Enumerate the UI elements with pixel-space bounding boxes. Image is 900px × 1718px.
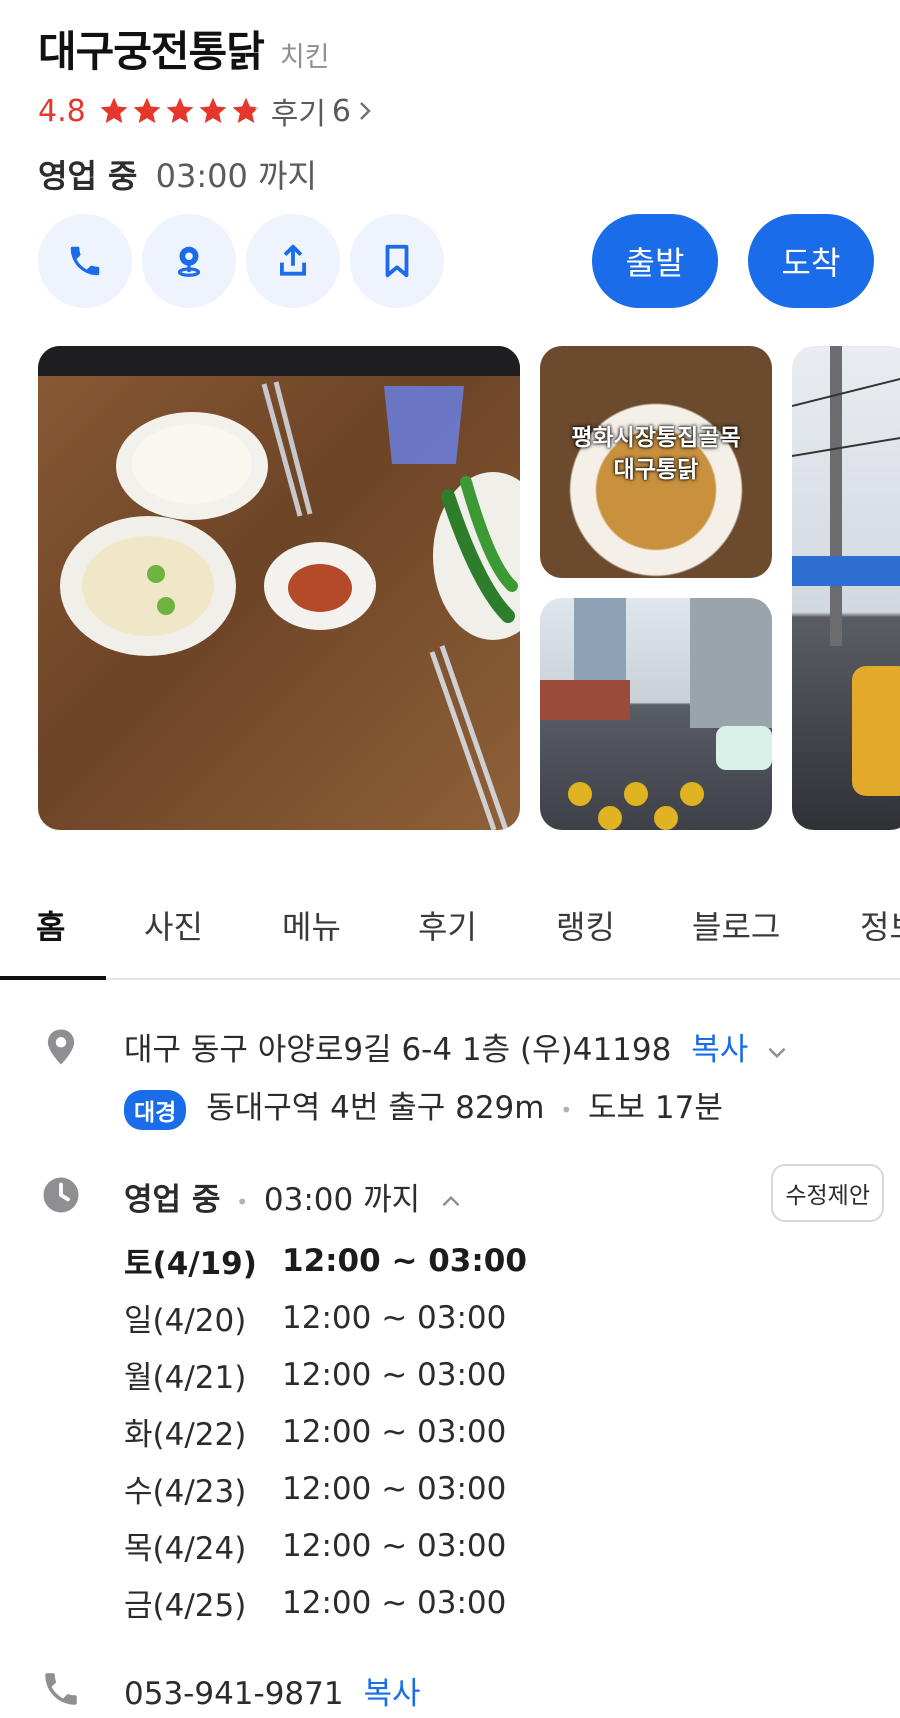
- hours-day: 일(4/20): [124, 1303, 247, 1339]
- open-until: 03:00 까지: [155, 157, 317, 195]
- star-icon: [133, 97, 161, 123]
- hours-row: 수(4/23) 12:00 ~ 03:00: [124, 1460, 527, 1517]
- tab-menu[interactable]: 메뉴: [282, 902, 341, 948]
- star-icon: [232, 97, 260, 123]
- hours-row: 금(4/25) 12:00 ~ 03:00: [124, 1574, 527, 1631]
- open-status: 영업 중: [38, 157, 138, 195]
- star-icon: [199, 97, 227, 123]
- hours-time: 12:00 ~ 03:00: [282, 1356, 507, 1393]
- hours-time: 12:00 ~ 03:00: [282, 1527, 507, 1564]
- active-tab-indicator: [0, 976, 106, 980]
- save-button[interactable]: [350, 214, 444, 308]
- hours-day: 금(4/25): [124, 1588, 247, 1624]
- hours-day: 수(4/23): [124, 1474, 247, 1510]
- hours-open-status: 영업 중: [124, 1182, 221, 1218]
- tab-blog[interactable]: 블로그: [692, 902, 780, 948]
- photo-food[interactable]: 평화시장통집골목 대구통닭: [540, 346, 772, 578]
- phone-icon: [70, 246, 100, 276]
- review-label: 후기: [270, 97, 326, 132]
- review-link[interactable]: 후기 6: [271, 89, 373, 133]
- call-button[interactable]: [38, 214, 132, 308]
- rating-score: 4.8: [38, 93, 86, 129]
- share-icon: [280, 244, 306, 276]
- hours-day: 월(4/21): [124, 1360, 247, 1396]
- walk-time: 도보 17분: [588, 1090, 723, 1126]
- address-text: 대구 동구 아양로9길 6-4 1층 (우)41198: [124, 1032, 672, 1068]
- hours-section: 영업 중 • 03:00 까지 수정제안 토(4/19) 12:00 ~ 03:0…: [0, 1164, 900, 1632]
- hours-toggle[interactable]: 영업 중 • 03:00 까지: [124, 1174, 464, 1219]
- hours-time: 12:00 ~ 03:00: [282, 1242, 527, 1279]
- tab-home[interactable]: 홈: [36, 902, 65, 948]
- separator-dot: •: [236, 1189, 249, 1214]
- tab-ranking[interactable]: 랭킹: [556, 902, 615, 948]
- transit-text: 동대구역 4번 출구 829m: [206, 1090, 545, 1126]
- hours-row: 화(4/22) 12:00 ~ 03:00: [124, 1403, 527, 1460]
- phone-icon: [45, 1673, 77, 1705]
- hours-row: 일(4/20) 12:00 ~ 03:00: [124, 1289, 527, 1346]
- street-image: [540, 598, 772, 830]
- arrive-button[interactable]: 도착: [748, 214, 874, 308]
- copy-phone-link[interactable]: 복사: [363, 1676, 420, 1712]
- photo-side[interactable]: [792, 346, 900, 830]
- hours-open-until: 03:00 까지: [263, 1182, 421, 1218]
- address-section: 대구 동구 아양로9길 6-4 1층 (우)41198 복사 대경 동대구역 4…: [0, 1020, 900, 1140]
- action-bar: 출발 도착: [38, 214, 900, 310]
- store-category: 치킨: [279, 42, 330, 73]
- phone-section: 053-941-9871 복사: [0, 1668, 900, 1718]
- hours-table: 토(4/19) 12:00 ~ 03:00 일(4/20) 12:00 ~ 03:00…: [124, 1232, 527, 1631]
- depart-button[interactable]: 출발: [592, 214, 718, 308]
- bookmark-icon: [385, 244, 409, 278]
- street-view-icon: [177, 246, 201, 277]
- chevron-up-icon: [442, 1195, 460, 1206]
- street-view-button[interactable]: [142, 214, 236, 308]
- tab-photos[interactable]: 사진: [144, 902, 203, 948]
- location-pin-icon: [47, 1029, 75, 1065]
- hours-row: 토(4/19) 12:00 ~ 03:00: [124, 1232, 527, 1289]
- hours-time: 12:00 ~ 03:00: [282, 1299, 507, 1336]
- hours-row: 목(4/24) 12:00 ~ 03:00: [124, 1517, 527, 1574]
- hours-time: 12:00 ~ 03:00: [282, 1584, 507, 1621]
- chevron-right-icon: [360, 102, 371, 120]
- side-dishes-image: [38, 346, 520, 830]
- tab-bar: 홈 사진 메뉴 후기 랭킹 블로그 정보: [0, 880, 900, 980]
- tab-reviews[interactable]: 후기: [418, 902, 477, 948]
- clock-icon: [43, 1177, 79, 1213]
- phone-number[interactable]: 053-941-9871: [124, 1676, 344, 1712]
- hours-time: 12:00 ~ 03:00: [282, 1413, 507, 1450]
- hours-day: 화(4/22): [124, 1417, 247, 1453]
- share-button[interactable]: [246, 214, 340, 308]
- rating-stars: [98, 95, 263, 127]
- pole-image: [792, 346, 900, 796]
- review-count: 6: [331, 93, 352, 129]
- hours-row: 월(4/21) 12:00 ~ 03:00: [124, 1346, 527, 1403]
- suggest-edit-button[interactable]: 수정제안: [771, 1164, 884, 1222]
- hours-day: 토(4/19): [124, 1246, 257, 1282]
- tab-info[interactable]: 정보: [860, 902, 900, 948]
- store-header: 대구궁전통닭 치킨 4.8 후기 6 영업 중 03:00 까지: [38, 18, 900, 197]
- chevron-down-icon[interactable]: [764, 1039, 790, 1065]
- transit-badge: 대경: [124, 1089, 187, 1130]
- photo-gallery: 평화시장통집골목 대구통닭: [38, 346, 900, 830]
- hours-time: 12:00 ~ 03:00: [282, 1470, 507, 1507]
- photo-caption: 평화시장통집골목 대구통닭: [571, 425, 741, 483]
- copy-address-link[interactable]: 복사: [691, 1032, 748, 1068]
- separator-dot: •: [560, 1097, 573, 1122]
- star-icon: [100, 97, 128, 123]
- photo-street[interactable]: [540, 598, 772, 830]
- hours-day: 목(4/24): [124, 1531, 247, 1567]
- store-name: 대구궁전통닭: [38, 27, 265, 76]
- star-icon: [166, 97, 194, 123]
- photo-main[interactable]: [38, 346, 520, 830]
